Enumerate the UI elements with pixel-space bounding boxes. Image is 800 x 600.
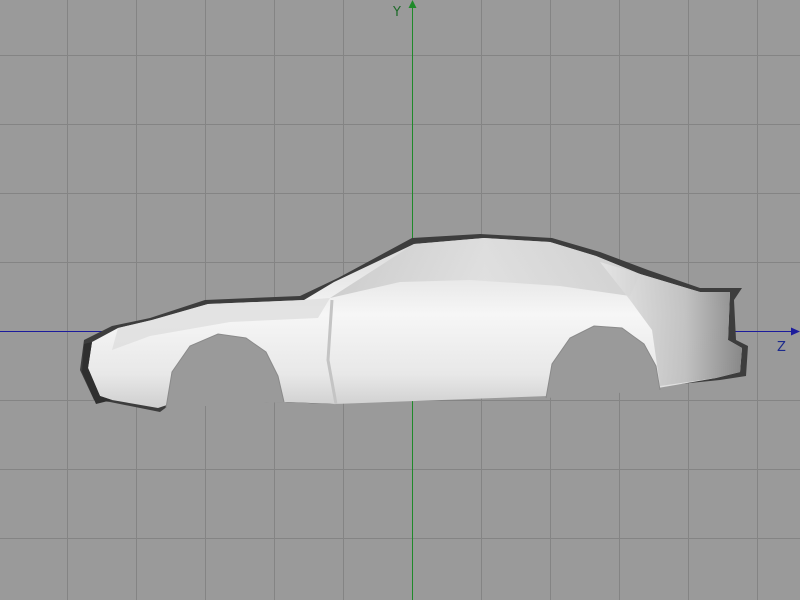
car-body-model	[80, 234, 748, 412]
y-axis-label: Y	[393, 5, 401, 20]
3d-viewport[interactable]: Y Z	[0, 0, 800, 600]
z-axis-label: Z	[777, 340, 786, 355]
viewport-scene[interactable]	[0, 0, 800, 600]
